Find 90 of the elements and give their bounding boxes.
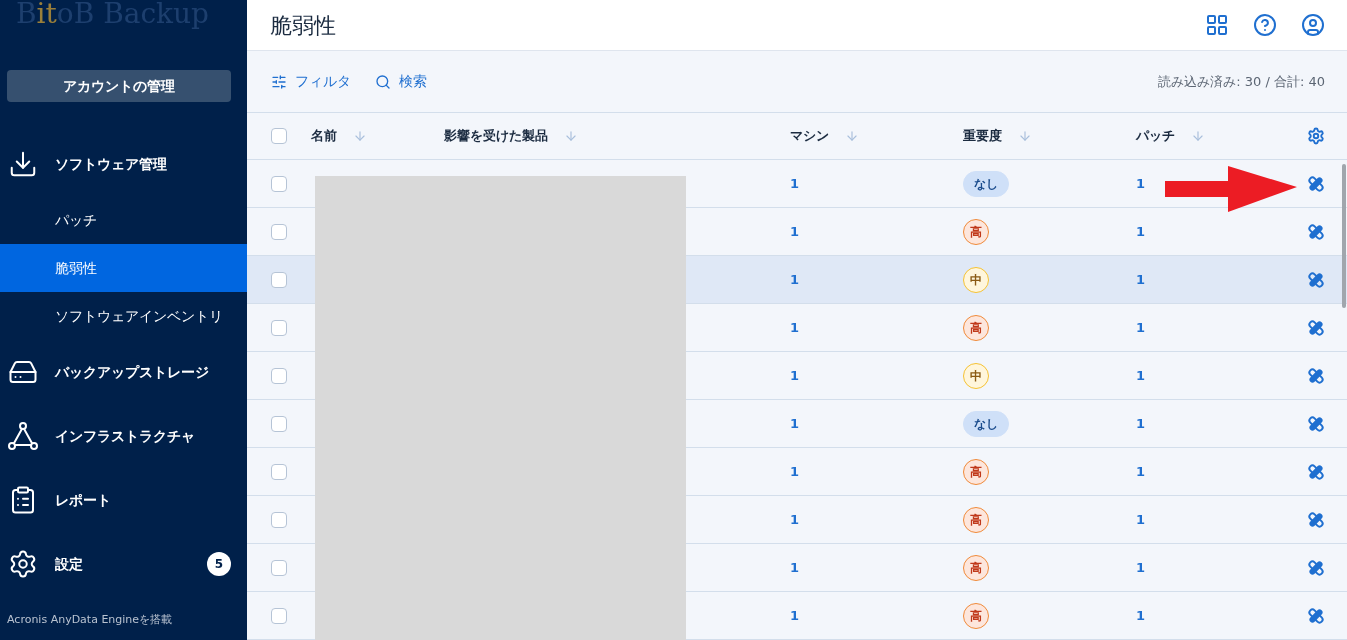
patch-count[interactable]: 1 [1136, 463, 1146, 479]
bandage-icon[interactable] [1307, 366, 1325, 385]
patch-count[interactable]: 1 [1136, 511, 1146, 527]
column-header[interactable]: 重要度 [963, 126, 1002, 146]
bandage-icon[interactable] [1307, 270, 1325, 289]
filter-button[interactable]: フィルタ [271, 71, 351, 93]
machine-count[interactable]: 1 [790, 463, 800, 479]
severity-tag: 高 [963, 458, 989, 485]
column-header[interactable]: マシン [790, 126, 829, 146]
search-button[interactable]: 検索 [375, 71, 427, 93]
account-icon[interactable] [1301, 13, 1325, 38]
bandage-icon[interactable] [1307, 174, 1325, 193]
sidebar-subitem[interactable]: パッチ [0, 196, 247, 244]
row-checkbox[interactable] [271, 415, 287, 432]
severity-tag: なし [963, 170, 1009, 197]
severity-tag: 高 [963, 602, 989, 629]
row-checkbox[interactable] [271, 319, 287, 336]
row-checkbox[interactable] [271, 511, 287, 528]
sidebar-item[interactable]: バックアップストレージ [0, 340, 247, 404]
settings-icon[interactable] [1307, 127, 1325, 146]
sidebar-item-label: ソフトウェア管理 [55, 154, 168, 174]
sort-arrow-icon[interactable] [1018, 129, 1032, 144]
scrollbar[interactable] [1342, 164, 1346, 308]
row-checkbox[interactable] [271, 559, 287, 576]
machine-count[interactable]: 1 [790, 511, 800, 527]
severity-tag: 中 [963, 266, 989, 293]
help-icon[interactable] [1253, 13, 1277, 38]
patch-count[interactable]: 1 [1136, 319, 1146, 335]
sidebar-item-label: インフラストラクチャ [55, 426, 196, 446]
severity-tag: 高 [963, 218, 989, 245]
machine-count[interactable]: 1 [790, 175, 800, 191]
row-checkbox[interactable] [271, 271, 287, 288]
row-checkbox[interactable] [271, 175, 287, 192]
machine-count[interactable]: 1 [790, 559, 800, 575]
footer-text: Acronis AnyData Engineを搭載 [7, 611, 173, 628]
machine-count[interactable]: 1 [790, 367, 800, 383]
patch-count[interactable]: 1 [1136, 271, 1146, 287]
machine-count[interactable]: 1 [790, 223, 800, 239]
bandage-icon[interactable] [1307, 318, 1325, 337]
row-checkbox[interactable] [271, 463, 287, 480]
machine-count[interactable]: 1 [790, 607, 800, 623]
triangle-nodes-icon [8, 421, 38, 451]
bandage-icon[interactable] [1307, 510, 1325, 529]
sidebar-item-label: 設定 [55, 554, 84, 574]
filter-icon [271, 73, 287, 90]
page-title: 脆弱性 [270, 11, 337, 40]
sidebar-item[interactable]: 設定 5 [0, 532, 247, 596]
table-row[interactable]: 1 中 1 [686, 256, 1347, 304]
download-icon [8, 149, 38, 179]
machine-count[interactable]: 1 [790, 415, 800, 431]
row-checkbox[interactable] [271, 223, 287, 240]
sidebar-subitem[interactable]: 脆弱性 [0, 244, 247, 292]
severity-tag: 高 [963, 506, 989, 533]
severity-tag: なし [963, 410, 1009, 437]
sidebar-subitem[interactable]: ソフトウェアインベントリ [0, 292, 247, 340]
machine-count[interactable]: 1 [790, 271, 800, 287]
column-header[interactable]: パッチ [1136, 126, 1175, 146]
sidebar-item-label: バックアップストレージ [55, 362, 210, 382]
sidebar-item[interactable]: ソフトウェア管理 [0, 132, 247, 196]
severity-tag: 高 [963, 554, 989, 581]
bandage-icon[interactable] [1307, 222, 1325, 241]
account-button[interactable]: アカウントの管理 [7, 70, 231, 102]
column-header[interactable]: 影響を受けた製品 [444, 126, 548, 146]
bandage-icon[interactable] [1307, 414, 1325, 433]
bandage-icon[interactable] [1307, 606, 1325, 625]
patch-count[interactable]: 1 [1136, 559, 1146, 575]
patch-count[interactable]: 1 [1136, 607, 1146, 623]
patch-count[interactable]: 1 [1136, 223, 1146, 239]
sidebar-item[interactable]: レポート [0, 468, 247, 532]
row-checkbox[interactable] [271, 607, 287, 624]
patch-count[interactable]: 1 [1136, 367, 1146, 383]
bandage-icon[interactable] [1307, 558, 1325, 577]
sort-arrow-icon[interactable] [353, 129, 367, 144]
apps-grid-icon[interactable] [1205, 13, 1229, 38]
bandage-icon[interactable] [1307, 462, 1325, 481]
sidebar-item-label: レポート [55, 490, 112, 510]
severity-tag: 中 [963, 362, 989, 389]
select-all-checkbox[interactable] [271, 128, 287, 145]
sort-arrow-icon[interactable] [1191, 129, 1205, 144]
row-checkbox[interactable] [271, 367, 287, 384]
loaded-count: 読み込み済み: 30 / 合計: 40 [1158, 73, 1325, 92]
sidebar-item[interactable]: インフラストラクチャ [0, 404, 247, 468]
settings-icon [8, 549, 38, 579]
patch-count[interactable]: 1 [1136, 175, 1146, 191]
count-badge: 5 [207, 552, 231, 576]
column-header[interactable]: 名前 [311, 126, 337, 146]
patch-count[interactable]: 1 [1136, 415, 1146, 431]
machine-count[interactable]: 1 [790, 319, 800, 335]
severity-tag: 高 [963, 314, 989, 341]
search-icon [375, 73, 391, 90]
